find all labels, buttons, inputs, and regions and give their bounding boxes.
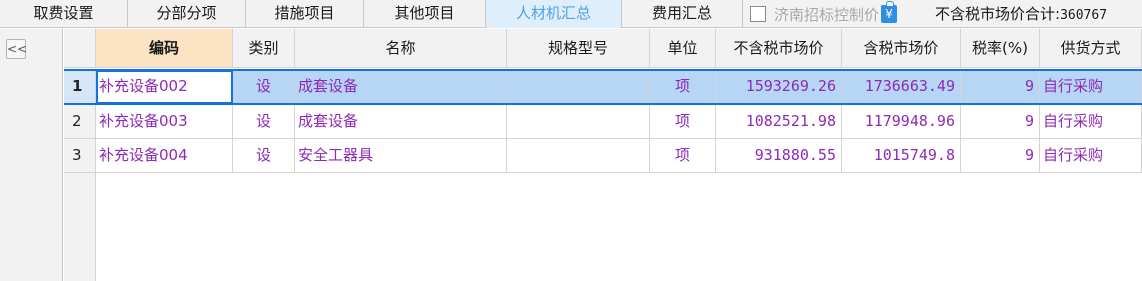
tab-cost-summary[interactable]: 费用汇总: [622, 0, 743, 28]
selection-border-top: [64, 69, 1142, 71]
header-supply-method[interactable]: 供货方式: [1040, 29, 1142, 68]
cell-category[interactable]: 设: [233, 70, 295, 104]
cell-price-in-tax[interactable]: 1015749.8: [842, 139, 961, 173]
control-price-checkbox[interactable]: [750, 6, 766, 22]
cell-tax-rate[interactable]: 9: [961, 70, 1040, 104]
header-price-ex-tax[interactable]: 不含税市场价: [716, 29, 842, 68]
cell-code[interactable]: 补充设备003: [96, 105, 233, 139]
tab-labor-material-summary[interactable]: 人材机汇总: [486, 0, 622, 28]
total-label: 不含税市场价合计:: [935, 5, 1061, 23]
table-row[interactable]: 2 补充设备003 设 成套设备 项 1082521.98 1179948.96…: [64, 105, 1142, 139]
row-index[interactable]: 2: [64, 105, 96, 139]
cell-spec[interactable]: [507, 70, 650, 104]
total-value: 360767: [1060, 8, 1108, 23]
cell-supply-method[interactable]: 自行采购: [1040, 105, 1142, 139]
tab-bar: 取费设置 分部分项 措施项目 其他项目 人材机汇总 费用汇总 济南招标控制价 ¥…: [0, 0, 1142, 28]
price-coin-icon[interactable]: ¥: [881, 1, 898, 23]
control-price-label: 济南招标控制价: [774, 5, 880, 24]
collapse-panel-icon[interactable]: <<: [6, 39, 27, 59]
header-tax-rate[interactable]: 税率(%): [961, 29, 1040, 68]
cell-category[interactable]: 设: [233, 105, 295, 139]
cell-supply-method[interactable]: 自行采购: [1040, 70, 1142, 104]
row-index[interactable]: 3: [64, 139, 96, 173]
cell-code[interactable]: 补充设备002: [96, 70, 233, 104]
cell-price-in-tax[interactable]: 1736663.49: [842, 70, 961, 104]
cell-price-ex-tax[interactable]: 931880.55: [716, 139, 842, 173]
cell-category[interactable]: 设: [233, 139, 295, 173]
cell-unit[interactable]: 项: [650, 139, 716, 173]
header-spec[interactable]: 规格型号: [507, 29, 650, 68]
cell-unit[interactable]: 项: [650, 105, 716, 139]
cell-name[interactable]: 成套设备: [295, 70, 507, 104]
cell-name[interactable]: 成套设备: [295, 105, 507, 139]
cell-price-ex-tax[interactable]: 1593269.26: [716, 70, 842, 104]
tab-fee-settings[interactable]: 取费设置: [0, 0, 128, 28]
header-name[interactable]: 名称: [295, 29, 507, 68]
header-code[interactable]: 编码: [96, 29, 233, 68]
cell-unit[interactable]: 项: [650, 70, 716, 104]
control-price-toggle[interactable]: 济南招标控制价 ¥: [750, 0, 898, 28]
table-header: 编码 类别 名称 规格型号 单位 不含税市场价 含税市场价 税率(%) 供货方式: [64, 29, 1142, 68]
cell-spec[interactable]: [507, 105, 650, 139]
table-row[interactable]: 1 补充设备002 设 成套设备 项 1593269.26 1736663.49…: [64, 70, 1142, 104]
tab-sub-items[interactable]: 分部分项: [128, 0, 246, 28]
cell-tax-rate[interactable]: 9: [961, 105, 1040, 139]
row-index[interactable]: 1: [64, 70, 96, 104]
tab-other-items[interactable]: 其他项目: [364, 0, 486, 28]
tab-measures[interactable]: 措施项目: [246, 0, 364, 28]
cell-price-in-tax[interactable]: 1179948.96: [842, 105, 961, 139]
cell-tax-rate[interactable]: 9: [961, 139, 1040, 173]
table-row[interactable]: 3 补充设备004 设 安全工器具 项 931880.55 1015749.8 …: [64, 139, 1142, 173]
cell-name[interactable]: 安全工器具: [295, 139, 507, 173]
cell-price-ex-tax[interactable]: 1082521.98: [716, 105, 842, 139]
header-category[interactable]: 类别: [233, 29, 295, 68]
empty-row-header-area: [64, 173, 96, 281]
header-price-in-tax[interactable]: 含税市场价: [842, 29, 961, 68]
cell-code[interactable]: 补充设备004: [96, 139, 233, 173]
left-gutter: <<: [0, 29, 63, 281]
header-corner: [64, 29, 96, 68]
total-summary: 不含税市场价合计:360767: [935, 0, 1107, 28]
header-unit[interactable]: 单位: [650, 29, 716, 68]
cell-spec[interactable]: [507, 139, 650, 173]
cell-supply-method[interactable]: 自行采购: [1040, 139, 1142, 173]
